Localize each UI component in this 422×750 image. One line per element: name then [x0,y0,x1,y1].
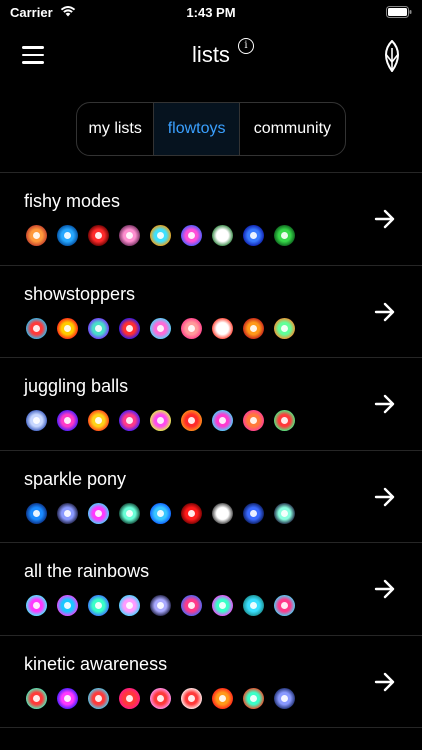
mode-preview-icon [88,595,109,616]
mode-preview-icon [57,502,78,524]
mode-preview-icon [119,410,140,431]
mode-preview-icon [57,317,78,339]
lists-container: fishy modes showstoppers juggling balls spa… [0,172,422,728]
arrow-right-icon[interactable] [374,487,396,507]
mode-preview-icon [57,225,78,246]
battery-icon [386,6,412,18]
flowtoys-logo-icon[interactable] [380,40,404,72]
mode-preview-icon [88,687,109,709]
mode-preview-icon [212,225,233,246]
mode-preview-icon [243,595,264,616]
mode-preview-icon [274,595,295,616]
mode-preview-icon [119,502,140,524]
mode-preview-icon [119,687,140,709]
mode-preview-icon [119,595,140,616]
mode-preview-icon [150,225,171,246]
mode-preview-icon [243,317,264,339]
status-bar: Carrier 1:43 PM [0,0,422,26]
mode-preview-icon [181,317,202,339]
mode-preview-icon [57,595,78,616]
list-item[interactable]: fishy modes [0,173,422,266]
mode-preview-icon [274,502,295,524]
arrow-right-icon[interactable] [374,302,396,322]
mode-preview-icon [150,595,171,616]
list-item-title: sparkle pony [24,468,127,489]
mode-preview-icon [150,410,171,431]
mode-preview-icon [26,410,47,431]
mode-preview-icon [181,410,202,431]
mode-preview-icon [274,317,295,339]
mode-preview-icon [181,225,202,246]
mode-preview-icon [88,502,109,524]
mode-preview-icon [26,687,47,709]
mode-preview-strip [26,687,295,709]
list-item[interactable]: sparkle pony [0,451,422,543]
mode-preview-icon [212,595,233,616]
list-item[interactable]: kinetic awareness [0,636,422,728]
mode-preview-icon [212,317,233,339]
list-item[interactable]: all the rainbows [0,543,422,636]
page-title: lists [192,42,230,67]
arrow-right-icon[interactable] [374,579,396,599]
mode-preview-icon [243,687,264,709]
mode-preview-icon [88,410,109,431]
mode-preview-icon [26,225,47,246]
nav-bar: lists i [0,30,422,80]
mode-preview-icon [150,317,171,339]
list-item-title: fishy modes [24,191,121,211]
mode-preview-icon [212,410,233,431]
mode-preview-icon [212,687,233,709]
mode-preview-strip [26,410,295,431]
mode-preview-icon [57,410,78,431]
list-item[interactable]: juggling balls [0,358,422,451]
mode-preview-icon [243,502,264,524]
mode-preview-strip [26,317,295,339]
list-item[interactable]: showstoppers [0,266,422,358]
list-item-title: kinetic awareness [24,653,168,674]
mode-preview-icon [119,225,140,246]
mode-preview-icon [119,317,140,339]
arrow-right-icon[interactable] [374,394,396,414]
mode-preview-icon [181,687,202,709]
mode-preview-icon [243,410,264,431]
mode-preview-icon [150,502,171,524]
tab-community[interactable]: community [240,103,345,155]
tab-flowtoys[interactable]: flowtoys [154,103,240,155]
arrow-right-icon[interactable] [374,209,396,229]
mode-preview-strip [26,225,295,246]
mode-preview-icon [274,410,295,431]
mode-preview-icon [181,502,202,524]
mode-preview-icon [26,502,47,524]
mode-preview-icon [57,687,78,709]
mode-preview-strip [26,595,295,616]
status-time: 1:43 PM [186,5,236,20]
mode-preview-icon [243,225,264,246]
mode-preview-icon [26,317,47,339]
mode-preview-icon [181,595,202,616]
list-item-title: juggling balls [24,376,129,396]
arrow-right-icon[interactable] [374,672,396,692]
list-item-title: showstoppers [24,283,136,304]
mode-preview-icon [26,595,47,616]
tab-my-lists[interactable]: my lists [77,103,155,155]
list-item-title: all the rainbows [24,561,150,581]
info-icon[interactable]: i [238,38,254,54]
mode-preview-icon [274,225,295,246]
mode-preview-icon [150,687,171,709]
mode-preview-icon [212,502,233,524]
mode-preview-icon [88,225,109,246]
list-source-tabs: my lists flowtoys community [76,102,346,156]
mode-preview-strip [26,502,295,524]
mode-preview-icon [274,687,295,709]
mode-preview-icon [88,317,109,339]
